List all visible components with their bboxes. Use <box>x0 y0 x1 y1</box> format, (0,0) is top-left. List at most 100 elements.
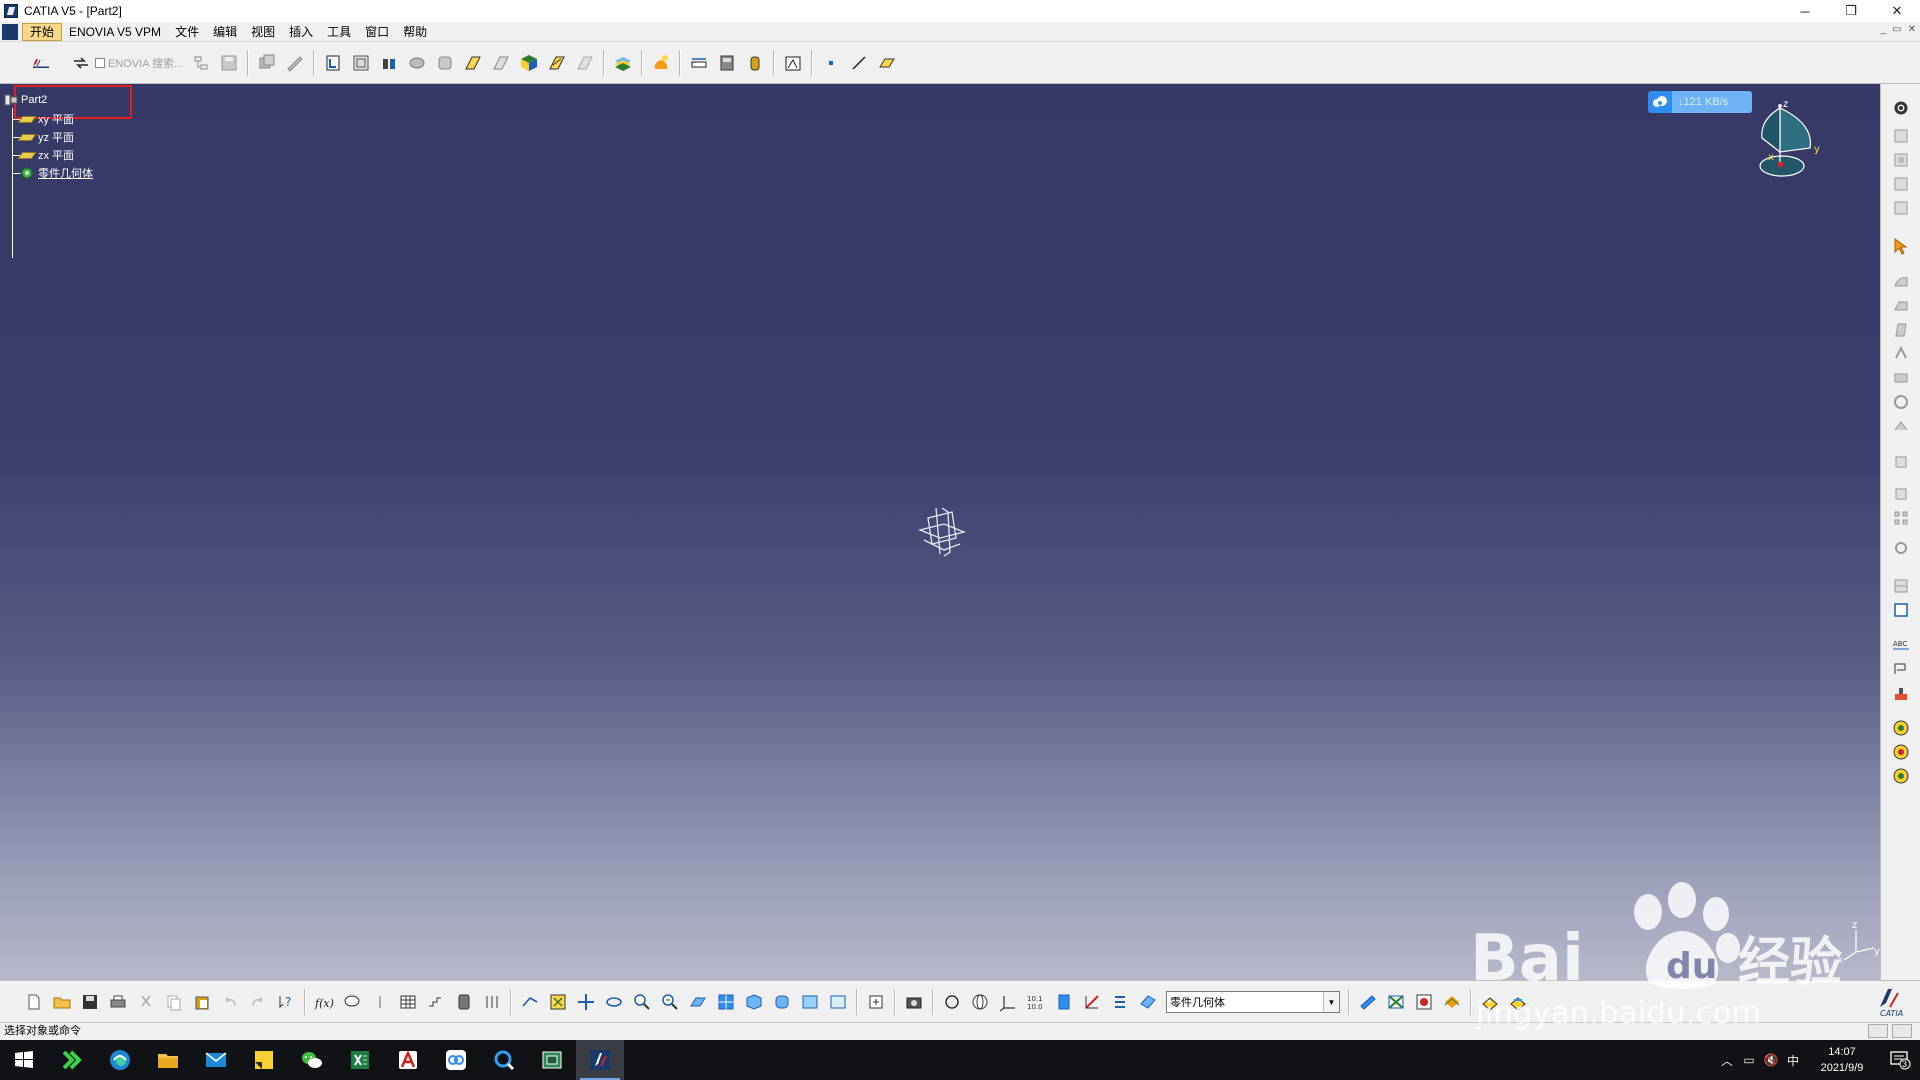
analysis-icon[interactable] <box>1411 989 1437 1015</box>
doc-close-button[interactable]: ✕ <box>1908 24 1916 35</box>
taskbar-app-explorer[interactable] <box>144 1040 192 1080</box>
boolean-icon[interactable] <box>572 50 598 76</box>
thread-tool-icon[interactable] <box>1889 390 1913 414</box>
measure-inertia-icon[interactable] <box>742 50 768 76</box>
taskbar-app-wechat[interactable] <box>288 1040 336 1080</box>
document-icon[interactable] <box>2 23 18 40</box>
comment-icon[interactable] <box>339 989 365 1015</box>
menu-window[interactable]: 窗口 <box>358 23 396 41</box>
save-management-icon[interactable] <box>216 50 242 76</box>
whats-this-icon[interactable]: ? <box>273 989 299 1015</box>
paste-icon[interactable] <box>189 989 215 1015</box>
status-field[interactable] <box>1892 1024 1912 1038</box>
origin-planes-icon[interactable] <box>914 504 970 560</box>
normal-view-icon[interactable] <box>685 989 711 1015</box>
pocket-icon[interactable] <box>404 50 430 76</box>
dimensions-icon[interactable]: 10.1 10.0 <box>1023 989 1049 1015</box>
split-tool-icon[interactable] <box>1889 574 1913 598</box>
taskbar-app-streaming[interactable] <box>48 1040 96 1080</box>
network-speed-badge[interactable]: ↓121 KB/s <box>1648 91 1752 113</box>
pan-icon[interactable] <box>573 989 599 1015</box>
positioned-sketch-icon[interactable] <box>348 50 374 76</box>
globe-icon[interactable] <box>967 989 993 1015</box>
apply-material-icon[interactable] <box>648 50 674 76</box>
show-hidden-icons-chevron-icon[interactable]: ︿ <box>1716 1052 1738 1069</box>
measure-item-icon[interactable] <box>714 50 740 76</box>
thickness-tool-icon[interactable] <box>1889 366 1913 390</box>
stamp-icon[interactable] <box>1889 682 1913 706</box>
design-table-icon[interactable] <box>395 989 421 1015</box>
rotate-icon[interactable] <box>601 989 627 1015</box>
tree-item-yz-plane[interactable]: yz 平面 <box>17 129 74 145</box>
fit-all-icon[interactable] <box>545 989 571 1015</box>
annotation-icon[interactable] <box>780 50 806 76</box>
enovia-search[interactable]: ENOVIA 搜索... <box>95 55 183 71</box>
knowledge-icon[interactable] <box>367 989 393 1015</box>
save-icon[interactable] <box>77 989 103 1015</box>
transformation-icon[interactable] <box>544 50 570 76</box>
tree-item-xy-plane[interactable]: xy 平面 <box>17 111 74 127</box>
scene-icon[interactable] <box>1889 764 1913 788</box>
catalog-icon[interactable] <box>451 989 477 1015</box>
dress-up-icon[interactable] <box>516 50 542 76</box>
tree-structure-icon[interactable] <box>188 50 214 76</box>
taskbar-app-search[interactable] <box>480 1040 528 1080</box>
taskbar-app-excel[interactable] <box>336 1040 384 1080</box>
print-icon[interactable] <box>105 989 131 1015</box>
open-folder-icon[interactable] <box>49 989 75 1015</box>
line-icon[interactable] <box>846 50 872 76</box>
law-icon[interactable] <box>423 989 449 1015</box>
select-arrow-icon[interactable] <box>1889 234 1913 258</box>
enovia-connect-icon[interactable] <box>68 50 94 76</box>
taskbar-app-board[interactable] <box>528 1040 576 1080</box>
enovia-logo-icon[interactable] <box>16 50 66 76</box>
axis-system-icon[interactable] <box>995 989 1021 1015</box>
shaft-tool-icon[interactable] <box>1889 172 1913 196</box>
chamfer-tool-icon[interactable] <box>1889 294 1913 318</box>
doc-minimize-button[interactable]: _ <box>1881 24 1887 35</box>
ime-indicator[interactable]: 中 <box>1782 1052 1804 1069</box>
menu-file[interactable]: 文件 <box>168 23 206 41</box>
3d-viewport[interactable]: Part2 xy 平面 yz 平面 zx 平面 零件几何体 ↓121 KB/s … <box>0 84 1880 980</box>
zoom-in-icon[interactable] <box>629 989 655 1015</box>
taskbar-app-edge[interactable] <box>96 1040 144 1080</box>
catia-app-icon[interactable] <box>4 4 18 18</box>
material-library-icon[interactable] <box>1889 740 1913 764</box>
text-annotation-icon[interactable]: ABC <box>1889 632 1913 656</box>
swap-visible-icon[interactable] <box>825 989 851 1015</box>
fillet-icon[interactable] <box>460 50 486 76</box>
menu-help[interactable]: 帮助 <box>396 23 434 41</box>
settings-gear-icon[interactable] <box>1889 96 1913 120</box>
tree-root-part[interactable]: Part2 <box>4 90 134 110</box>
pattern-tool-icon[interactable] <box>1889 506 1913 530</box>
shell-tool-icon[interactable] <box>1889 342 1913 366</box>
close-button[interactable]: ✕ <box>1874 0 1920 22</box>
menu-start[interactable]: 开始 <box>22 22 63 41</box>
menu-insert[interactable]: 插入 <box>282 23 320 41</box>
shaft-icon[interactable] <box>432 50 458 76</box>
multi-view-icon[interactable] <box>713 989 739 1015</box>
zoom-out-icon[interactable] <box>657 989 683 1015</box>
point-icon[interactable] <box>818 50 844 76</box>
doc-restore-button[interactable]: ▭ <box>1892 24 1901 35</box>
shading-icon[interactable] <box>769 989 795 1015</box>
pocket-tool-icon[interactable] <box>1889 148 1913 172</box>
flag-note-icon[interactable] <box>1889 656 1913 680</box>
taskbar-app-acrobat[interactable] <box>384 1040 432 1080</box>
measure-between-icon[interactable] <box>686 50 712 76</box>
mirror-tool-icon[interactable] <box>1889 450 1913 474</box>
minimize-button[interactable]: ─ <box>1782 0 1828 22</box>
reorder-icon[interactable] <box>939 989 965 1015</box>
capture-icon[interactable] <box>901 989 927 1015</box>
groove-tool-icon[interactable] <box>1889 196 1913 220</box>
menu-edit[interactable]: 编辑 <box>206 23 244 41</box>
new-file-icon[interactable] <box>21 989 47 1015</box>
formula-icon[interactable]: f(x) <box>311 989 337 1015</box>
pad-icon[interactable] <box>376 50 402 76</box>
list-icon[interactable] <box>1107 989 1133 1015</box>
volume-muted-icon[interactable]: 🔇 <box>1760 1053 1782 1067</box>
taskbar-app-baidu-netdisk[interactable] <box>432 1040 480 1080</box>
snap-icon[interactable] <box>1079 989 1105 1015</box>
taskbar-app-mail[interactable] <box>192 1040 240 1080</box>
parameters-icon[interactable] <box>479 989 505 1015</box>
